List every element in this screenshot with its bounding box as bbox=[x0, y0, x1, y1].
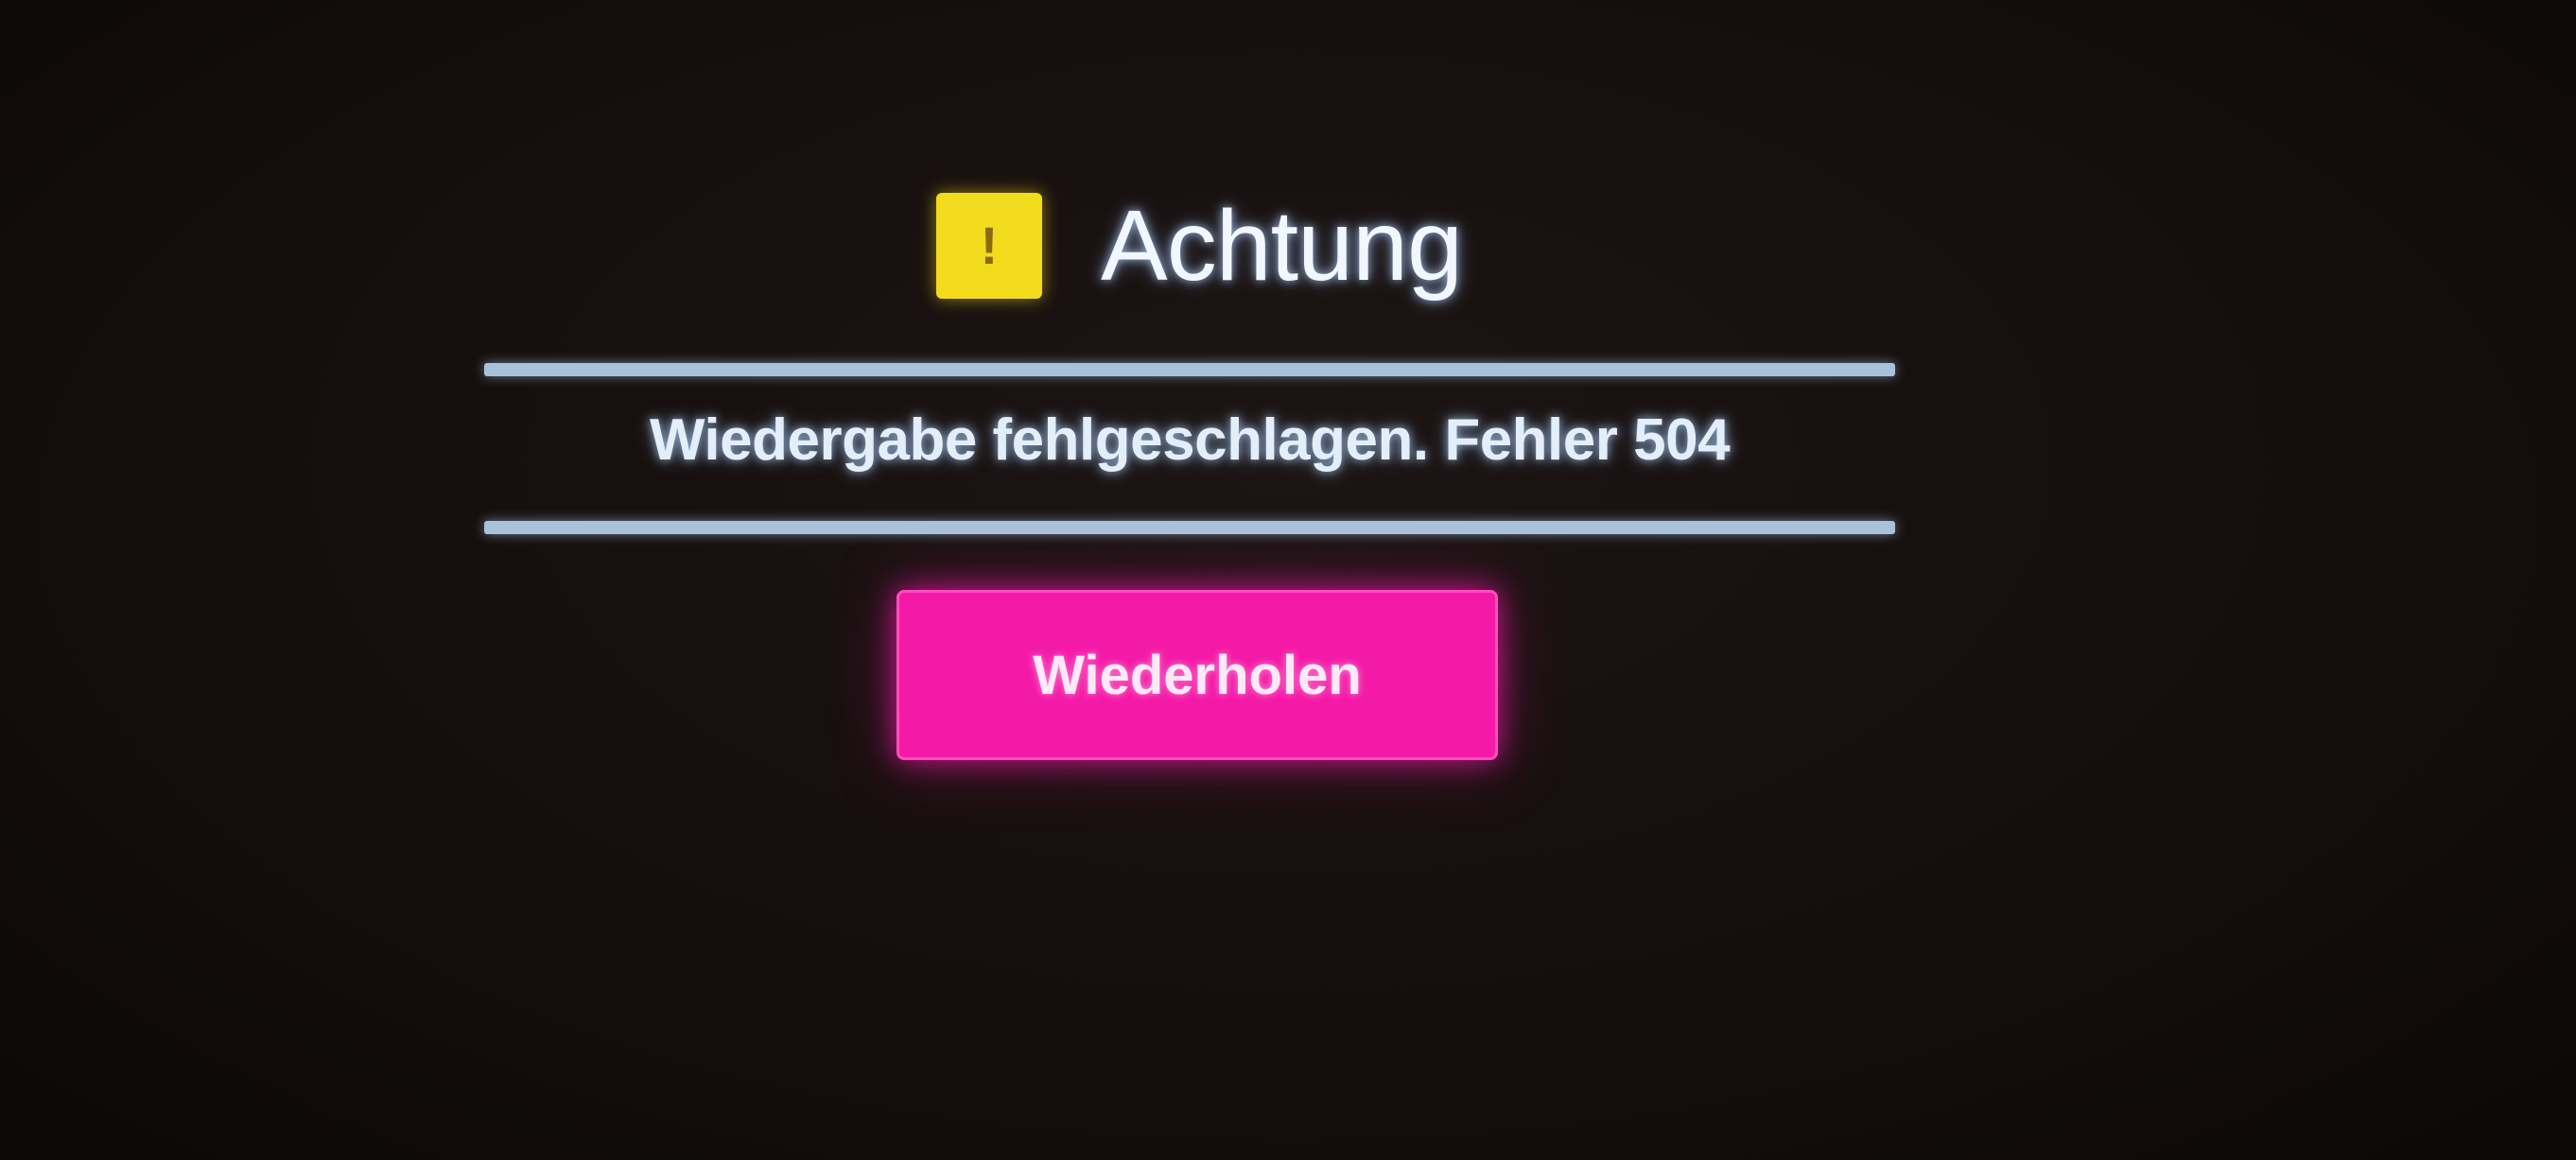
retry-button[interactable]: Wiederholen bbox=[896, 590, 1498, 760]
screen-vignette bbox=[0, 0, 2576, 1160]
warning-icon: ! bbox=[936, 193, 1042, 299]
retry-button-label: Wiederholen bbox=[1033, 644, 1362, 706]
divider-bottom bbox=[484, 521, 1895, 534]
divider-top bbox=[484, 363, 1895, 376]
tv-screen: ! Achtung Wiedergabe fehlgeschlagen. Feh… bbox=[0, 0, 2576, 1160]
error-message: Wiedergabe fehlgeschlagen. Fehler 504 bbox=[649, 407, 1731, 473]
warning-icon-glyph: ! bbox=[980, 216, 999, 275]
dialog-title: Achtung bbox=[1101, 189, 1463, 302]
dialog-header: ! Achtung bbox=[936, 184, 1466, 307]
